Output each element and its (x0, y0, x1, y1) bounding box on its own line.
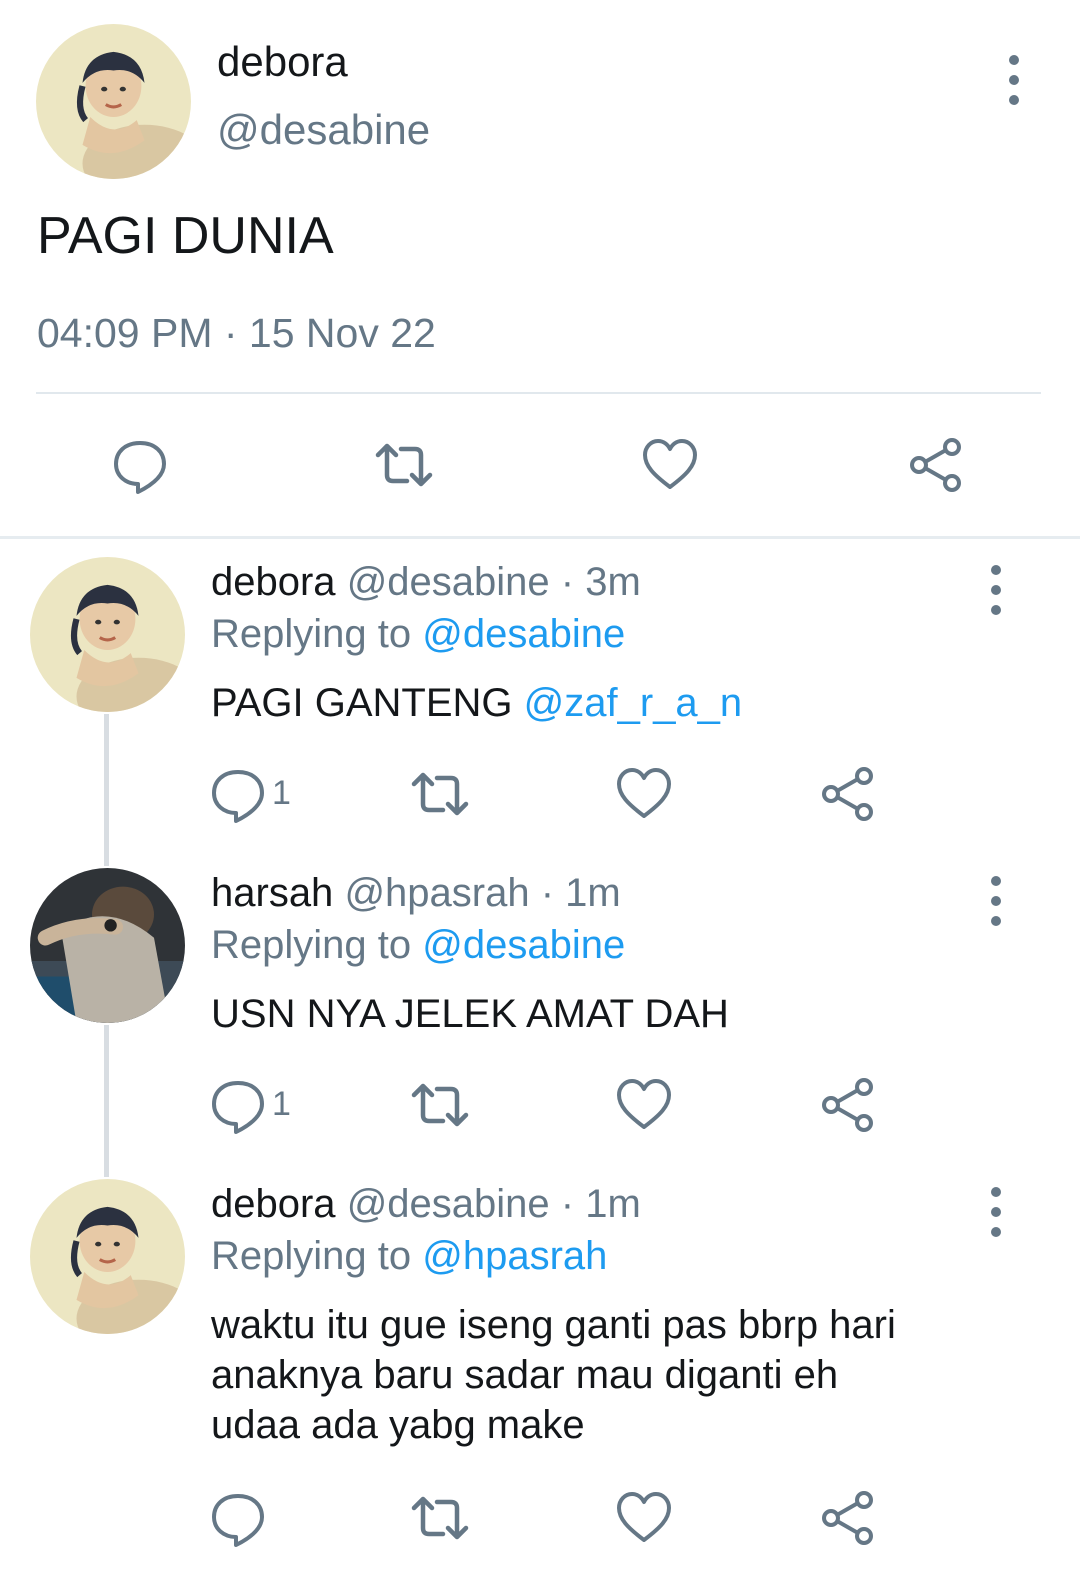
reply-icon[interactable] (110, 435, 170, 495)
replying-label: Replying to (211, 1234, 412, 1278)
avatar[interactable] (30, 1179, 185, 1334)
reply-icon[interactable] (208, 764, 268, 824)
more-vertical-icon[interactable] (986, 1187, 1006, 1237)
reply-text-line: udaa ada yabg make (211, 1403, 585, 1447)
reply-text-line: anaknya baru sadar mau diganti eh (211, 1353, 839, 1397)
reply-time: · 1m (540, 871, 621, 915)
replying-mention[interactable]: @hpasrah (422, 1234, 607, 1278)
reply-text: PAGI GANTENG @zaf_r_a_n (211, 678, 742, 728)
mention-link[interactable]: @zaf_r_a_n (524, 681, 743, 725)
reply-text: USN NYA JELEK AMAT DAH (211, 992, 729, 1036)
replying-label: Replying to (211, 923, 412, 967)
retweet-icon[interactable] (410, 1075, 470, 1135)
more-vertical-icon[interactable] (986, 876, 1006, 926)
reply-header: debora @desabine · 3m (211, 560, 641, 605)
author-name[interactable]: debora (217, 38, 348, 86)
divider (36, 392, 1041, 394)
heart-icon[interactable] (614, 1075, 674, 1135)
thread-line (104, 1025, 109, 1177)
replying-mention[interactable]: @desabine (422, 923, 625, 967)
author-name[interactable]: debora (211, 560, 336, 604)
reply-time: · 1m (560, 1182, 641, 1226)
retweet-icon[interactable] (410, 764, 470, 824)
replying-to: Replying to @desabine (211, 612, 625, 657)
more-vertical-icon[interactable] (1004, 55, 1024, 105)
share-icon[interactable] (818, 764, 878, 824)
thread-line (104, 714, 109, 866)
reply-text-line: waktu itu gue iseng ganti pas bbrp hari (211, 1303, 896, 1347)
share-icon[interactable] (906, 435, 966, 495)
section-divider (0, 536, 1080, 539)
replying-to: Replying to @desabine (211, 923, 625, 968)
tweet-text: PAGI DUNIA (37, 207, 334, 265)
reply-count: 1 (272, 774, 291, 812)
share-icon[interactable] (818, 1075, 878, 1135)
heart-icon[interactable] (614, 1488, 674, 1548)
reply-text: waktu itu gue iseng ganti pas bbrp hari … (211, 1300, 896, 1450)
author-handle[interactable]: @desabine (347, 1182, 550, 1226)
author-name[interactable]: harsah (211, 871, 333, 915)
replying-to: Replying to @hpasrah (211, 1234, 607, 1279)
retweet-icon[interactable] (410, 1488, 470, 1548)
author-name[interactable]: debora (211, 1182, 336, 1226)
retweet-icon[interactable] (374, 435, 434, 495)
replying-mention[interactable]: @desabine (422, 612, 625, 656)
author-handle[interactable]: @desabine (217, 106, 430, 154)
heart-icon[interactable] (640, 435, 700, 495)
author-handle[interactable]: @hpasrah (344, 871, 529, 915)
avatar[interactable] (36, 24, 191, 179)
reply-time: · 3m (560, 560, 641, 604)
reply-icon[interactable] (208, 1075, 268, 1135)
reply-header: harsah @hpasrah · 1m (211, 871, 621, 916)
avatar[interactable] (30, 557, 185, 712)
more-vertical-icon[interactable] (986, 565, 1006, 615)
author-handle[interactable]: @desabine (347, 560, 550, 604)
tweet-timestamp[interactable]: 04:09 PM · 15 Nov 22 (37, 310, 436, 357)
heart-icon[interactable] (614, 764, 674, 824)
avatar[interactable] (30, 868, 185, 1023)
reply-count: 1 (272, 1085, 291, 1123)
share-icon[interactable] (818, 1488, 878, 1548)
reply-header: debora @desabine · 1m (211, 1182, 641, 1227)
reply-text-content: PAGI GANTENG (211, 681, 513, 725)
replying-label: Replying to (211, 612, 412, 656)
reply-icon[interactable] (208, 1488, 268, 1548)
